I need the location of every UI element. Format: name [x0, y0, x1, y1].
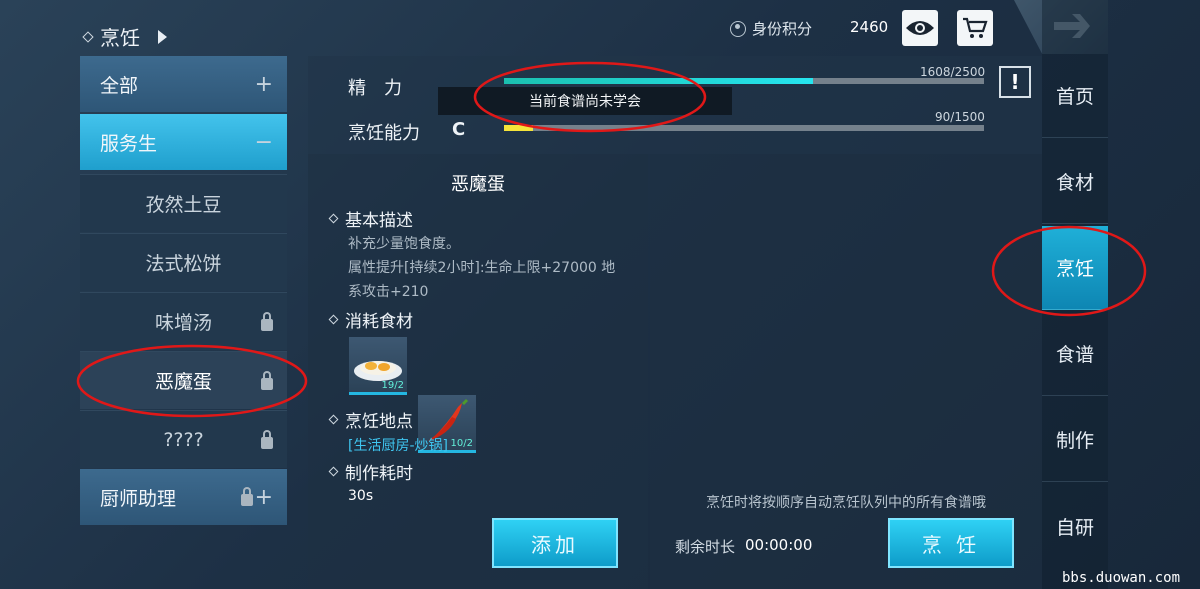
annotation-circle — [76, 344, 308, 418]
annotation-circle — [991, 225, 1147, 317]
watermark: bbs.duowan.com — [1062, 570, 1181, 586]
annotation-circle — [473, 61, 707, 133]
annotation-overlay — [76, 61, 1147, 418]
